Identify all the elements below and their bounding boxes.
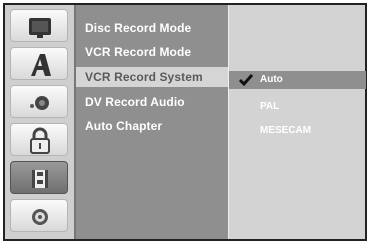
tv-icon[interactable] xyxy=(10,9,68,42)
menu-item-auto-chapter[interactable]: Auto Chapter xyxy=(85,116,162,136)
menu-item-vcr-record-mode[interactable]: VCR Record Mode xyxy=(85,42,191,62)
setup-menu: Disc Record Mode VCR Record Mode VCR Rec… xyxy=(76,5,228,239)
options-submenu: Auto PAL MESECAM xyxy=(228,5,366,239)
dvd-setup-window: Disc Record Mode VCR Record Mode VCR Rec… xyxy=(3,3,367,241)
option-mesecam[interactable]: MESECAM xyxy=(260,122,311,140)
category-sidebar xyxy=(5,5,76,239)
recording-icon[interactable] xyxy=(10,161,68,194)
menu-item-vcr-record-system[interactable]: VCR Record System xyxy=(76,67,228,87)
menu-item-dv-record-audio[interactable]: DV Record Audio xyxy=(85,92,185,112)
lock-icon[interactable] xyxy=(10,123,68,156)
option-pal[interactable]: PAL xyxy=(260,98,279,116)
language-icon[interactable] xyxy=(10,47,68,80)
audio-icon[interactable] xyxy=(10,85,68,118)
checkmark-icon xyxy=(239,74,253,87)
disc-icon[interactable] xyxy=(10,199,68,232)
menu-item-disc-record-mode[interactable]: Disc Record Mode xyxy=(85,18,191,38)
